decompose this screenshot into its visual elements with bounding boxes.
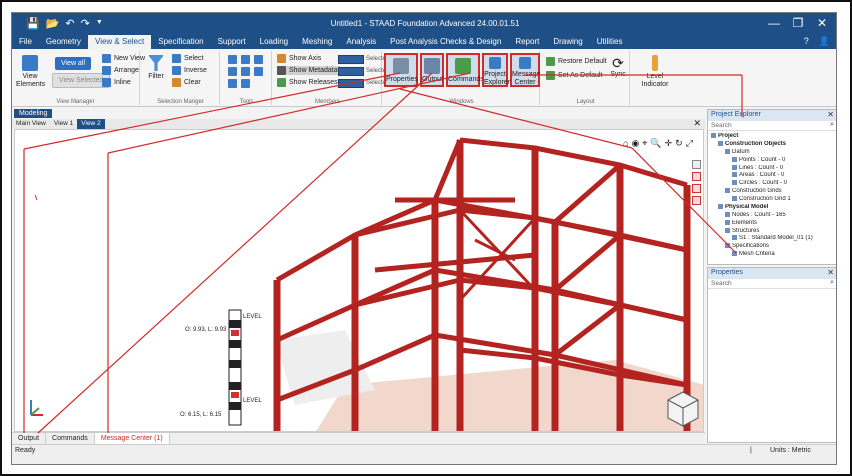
callout-line-properties — [23, 72, 401, 150]
staad-window: 💾 📂 ↶ ↷ ▼ Untitled1 - STAAD Foundation A… — [11, 12, 837, 465]
callout-line-message — [631, 147, 737, 254]
callout-lines — [23, 72, 743, 434]
callout-line-output — [37, 72, 433, 434]
callout-line-message — [399, 88, 633, 149]
callout-line-commands — [107, 72, 471, 154]
